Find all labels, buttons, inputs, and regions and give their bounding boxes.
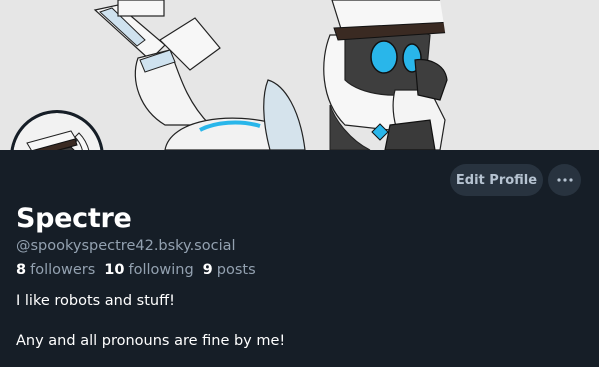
following-link[interactable]: 10 following: [104, 262, 193, 278]
profile-bio: I like robots and stuff! Any and all pro…: [16, 291, 285, 351]
posts-count: 9: [202, 262, 213, 278]
following-count: 10: [104, 262, 125, 278]
more-horizontal-icon: [556, 178, 573, 182]
bio-line-2: Any and all pronouns are fine by me!: [16, 333, 286, 349]
posts-label: posts: [216, 262, 256, 278]
display-name: Spectre: [16, 203, 132, 234]
profile-stats: 8 followers 10 following 9 posts: [16, 262, 256, 278]
profile-handle: @spookyspectre42.bsky.social: [16, 238, 236, 254]
followers-count: 8: [16, 262, 27, 278]
more-options-button[interactable]: [548, 164, 581, 196]
bio-line-1: I like robots and stuff!: [16, 293, 175, 309]
followers-label: followers: [30, 262, 96, 278]
edit-profile-button[interactable]: Edit Profile: [450, 164, 543, 196]
followers-link[interactable]: 8 followers: [16, 262, 95, 278]
following-label: following: [128, 262, 194, 278]
posts-stat: 9 posts: [203, 262, 256, 278]
